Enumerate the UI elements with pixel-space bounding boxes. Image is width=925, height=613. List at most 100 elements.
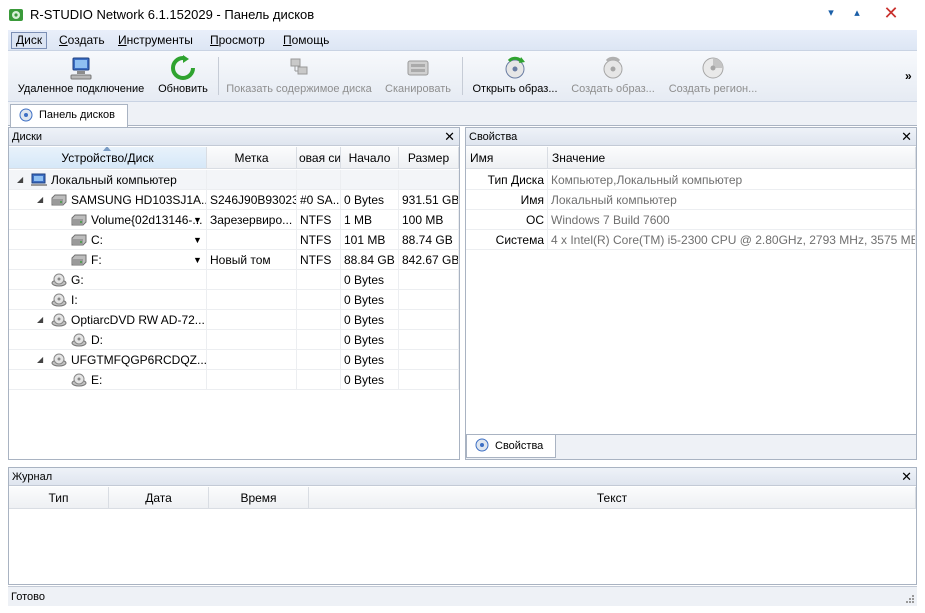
remote-connect-button[interactable]: Удаленное подключение bbox=[14, 55, 148, 99]
label-cell: S246J90B930238 bbox=[207, 190, 297, 210]
label-cell bbox=[207, 270, 297, 290]
property-name: Имя bbox=[466, 190, 548, 210]
open-image-button[interactable]: Открыть образ... bbox=[468, 55, 562, 99]
menu-view[interactable]: Просмотр bbox=[206, 32, 269, 49]
table-row[interactable]: ◢ Локальный компьютер bbox=[9, 170, 459, 190]
toolbar-overflow-button[interactable]: » bbox=[905, 69, 912, 83]
menu-tools[interactable]: Инструменты bbox=[114, 32, 197, 49]
property-row[interactable]: Тип Диска Компьютер,Локальный компьютер bbox=[466, 170, 916, 190]
column-header-label[interactable]: Метка bbox=[207, 147, 297, 169]
label-cell bbox=[207, 370, 297, 390]
close-button[interactable]: ✕ bbox=[880, 4, 902, 22]
app-logo-icon bbox=[9, 9, 23, 21]
show-contents-button[interactable]: Показать содержимое диска bbox=[224, 55, 374, 99]
table-row[interactable]: I: 0 Bytes bbox=[9, 290, 459, 310]
column-header-name[interactable]: Имя bbox=[466, 147, 548, 169]
minimize-button[interactable]: ▾ bbox=[820, 4, 842, 22]
table-row[interactable]: ◢ SAMSUNG HD103SJ1A... S246J90B930238 #0 SA… bbox=[9, 190, 459, 210]
create-region-button[interactable]: Создать регион... bbox=[664, 55, 762, 99]
column-header-device-label: Устройство/Диск bbox=[61, 151, 154, 165]
maximize-button[interactable]: ▴ bbox=[846, 4, 868, 22]
filesystem-cell bbox=[297, 350, 341, 370]
table-row[interactable]: F: ▼ Новый том NTFS 88.84 GB 842.67 GB bbox=[9, 250, 459, 270]
column-header-start-text: Начало bbox=[348, 151, 391, 165]
disks-panel-title: Диски bbox=[12, 131, 43, 143]
menu-help-accel: П bbox=[283, 33, 292, 47]
create-image-label: Создать образ... bbox=[571, 83, 655, 95]
column-header-value[interactable]: Значение bbox=[548, 147, 916, 169]
properties-panel-close-icon[interactable]: ✕ bbox=[901, 128, 912, 145]
log-panel-close-icon[interactable]: ✕ bbox=[901, 468, 912, 485]
disks-panel-close-icon[interactable]: ✕ bbox=[444, 128, 455, 145]
column-header-size[interactable]: Размер bbox=[399, 147, 459, 169]
tree-expander-icon[interactable]: ◢ bbox=[37, 315, 46, 324]
dropdown-arrow-icon[interactable]: ▼ bbox=[193, 250, 202, 269]
menu-create[interactable]: Создать bbox=[55, 32, 109, 49]
start-cell: 1 MB bbox=[341, 210, 399, 230]
column-header-time[interactable]: Время bbox=[209, 487, 309, 509]
remote-connect-label: Удаленное подключение bbox=[17, 83, 145, 95]
column-header-device[interactable]: Устройство/Диск bbox=[9, 147, 207, 169]
tree-expander-icon[interactable]: ◢ bbox=[17, 175, 26, 184]
filesystem-cell bbox=[297, 370, 341, 390]
table-row[interactable]: Volume{02d13146-... ▼ Зарезервиро... NTFS 1 … bbox=[9, 210, 459, 230]
property-name: Тип Диска bbox=[466, 170, 548, 190]
filesystem-cell bbox=[297, 270, 341, 290]
table-row[interactable]: ◢ OptiarcDVD RW AD-72... 0 Bytes bbox=[9, 310, 459, 330]
property-row[interactable]: ОС Windows 7 Build 7600 bbox=[466, 210, 916, 230]
optical-drive-icon bbox=[50, 293, 68, 307]
start-cell: 0 Bytes bbox=[341, 270, 399, 290]
tab-properties[interactable]: Свойства bbox=[466, 435, 556, 458]
column-header-type[interactable]: Тип bbox=[9, 487, 109, 509]
hard-drive-icon bbox=[70, 233, 88, 247]
open-image-icon bbox=[505, 56, 525, 79]
hard-drive-icon bbox=[70, 213, 88, 227]
refresh-label: Обновить bbox=[158, 83, 208, 95]
device-cell: ◢ UFGTMFQGP6RCDQZ... bbox=[9, 350, 207, 370]
device-cell: ◢ OptiarcDVD RW AD-72... bbox=[9, 310, 207, 330]
refresh-icon bbox=[171, 55, 195, 80]
create-image-button[interactable]: Создать образ... bbox=[568, 55, 658, 99]
optical-drive-icon bbox=[70, 333, 88, 347]
column-header-text[interactable]: Текст bbox=[309, 487, 916, 509]
tab-disk-panel[interactable]: Панель дисков bbox=[10, 104, 128, 127]
table-row[interactable]: ◢ UFGTMFQGP6RCDQZ... 0 Bytes bbox=[9, 350, 459, 370]
optical-drive-icon bbox=[50, 353, 68, 367]
column-header-date[interactable]: Дата bbox=[109, 487, 209, 509]
scan-label: Сканировать bbox=[385, 83, 451, 95]
dropdown-arrow-icon[interactable]: ▼ bbox=[193, 210, 202, 229]
column-header-filesystem[interactable]: овая си bbox=[297, 147, 341, 169]
table-row[interactable]: D: 0 Bytes bbox=[9, 330, 459, 350]
property-row[interactable]: Имя Локальный компьютер bbox=[466, 190, 916, 210]
tree-expander-icon[interactable]: ◢ bbox=[37, 195, 46, 204]
create-region-icon bbox=[702, 57, 724, 79]
menu-disk[interactable]: Диск bbox=[11, 32, 48, 49]
column-header-type-text: Тип bbox=[48, 491, 69, 505]
resize-grip-icon[interactable] bbox=[905, 594, 915, 604]
filesystem-cell: NTFS bbox=[297, 210, 341, 230]
dropdown-arrow-icon[interactable]: ▼ bbox=[193, 230, 202, 249]
column-header-start[interactable]: Начало bbox=[341, 147, 399, 169]
filesystem-cell bbox=[297, 330, 341, 350]
scan-button[interactable]: Сканировать bbox=[380, 55, 456, 99]
device-name: SAMSUNG HD103SJ1A... bbox=[71, 193, 207, 207]
size-cell: 88.74 GB bbox=[399, 230, 459, 250]
properties-panel-header: Свойства ✕ bbox=[466, 128, 916, 146]
property-row[interactable]: Система 4 x Intel(R) Core(TM) i5-2300 CPU… bbox=[466, 230, 916, 250]
tree-expander-icon[interactable]: ◢ bbox=[37, 355, 46, 364]
property-name: ОС bbox=[466, 210, 548, 230]
device-name: Volume{02d13146-... bbox=[91, 213, 203, 227]
menu-view-label: росмотр bbox=[218, 33, 265, 47]
table-row[interactable]: E: 0 Bytes bbox=[9, 370, 459, 390]
refresh-button[interactable]: Обновить bbox=[154, 55, 212, 99]
table-row[interactable]: G: 0 Bytes bbox=[9, 270, 459, 290]
hard-drive-icon bbox=[70, 253, 88, 267]
device-name: OptiarcDVD RW AD-72... bbox=[71, 313, 205, 327]
label-cell bbox=[207, 290, 297, 310]
log-panel-header: Журнал ✕ bbox=[9, 468, 916, 486]
column-header-name-text: Имя bbox=[470, 151, 494, 165]
menu-help[interactable]: Помощь bbox=[279, 32, 333, 49]
device-name: C: bbox=[91, 233, 103, 247]
device-cell: E: bbox=[9, 370, 207, 390]
table-row[interactable]: C: ▼ NTFS 101 MB 88.74 GB bbox=[9, 230, 459, 250]
